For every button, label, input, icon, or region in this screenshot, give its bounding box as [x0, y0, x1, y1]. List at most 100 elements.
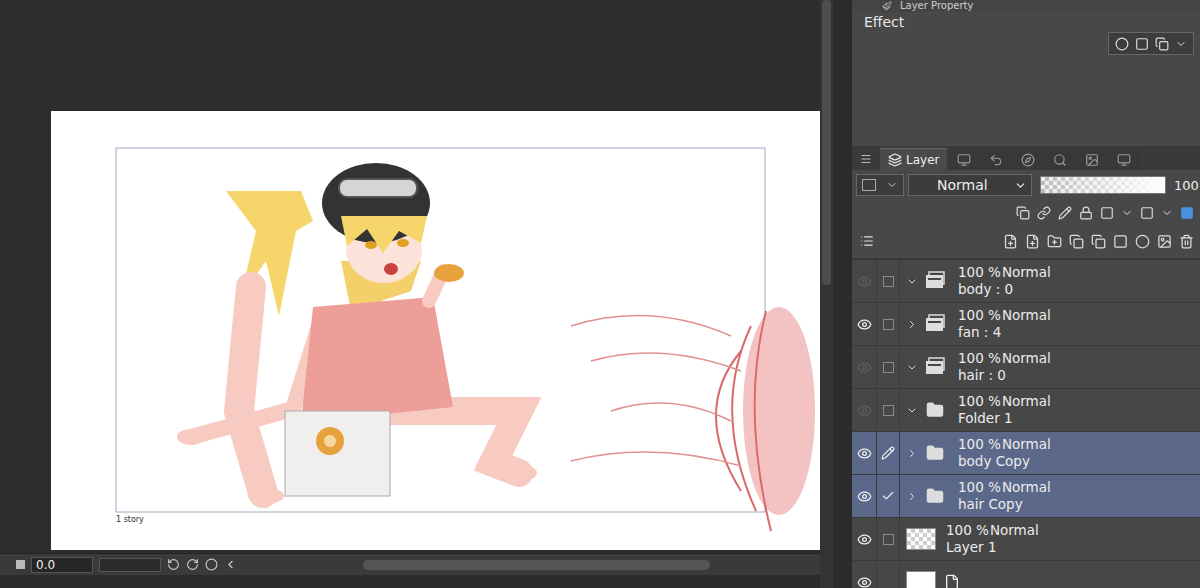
scroll-left-icon[interactable]: [224, 558, 237, 571]
opacity-value[interactable]: 100: [1170, 178, 1199, 193]
visibility-cell[interactable]: [852, 260, 877, 302]
rotate-left-icon[interactable]: [167, 558, 180, 571]
layer-row[interactable]: 100 %NormalLayer 1: [852, 518, 1200, 561]
frame-field[interactable]: 0.0: [31, 557, 93, 573]
eye-icon[interactable]: [857, 489, 872, 504]
layer-row[interactable]: 100 %Normalbody Copy: [852, 432, 1200, 475]
expander[interactable]: [906, 275, 918, 288]
marker-cell[interactable]: [877, 561, 900, 588]
layer-color-icon[interactable]: [1180, 206, 1194, 220]
layer-content[interactable]: 100 %NormalFolder 1: [900, 389, 1200, 431]
effect-buttons[interactable]: [1108, 32, 1194, 55]
layer-row[interactable]: 100 %Normalhair Copy: [852, 475, 1200, 518]
chevron-down-icon[interactable]: [906, 275, 918, 288]
panel-menu[interactable]: [860, 148, 878, 170]
apply-mask-icon[interactable]: [1135, 234, 1150, 249]
marker-cell[interactable]: [877, 303, 900, 345]
marker-cell[interactable]: [877, 518, 900, 560]
lock-box[interactable]: [883, 534, 894, 545]
lock-box[interactable]: [883, 405, 894, 416]
layer-content[interactable]: 100 %Normalhair Copy: [900, 475, 1200, 517]
panel-tab[interactable]: [1045, 148, 1075, 170]
marker-cell[interactable]: [877, 432, 900, 474]
layer-row[interactable]: 100 %Normalbody : 0: [852, 260, 1200, 303]
list-icon[interactable]: [860, 234, 874, 248]
eye-icon[interactable]: [857, 317, 872, 332]
layer-row[interactable]: 100 %NormalFolder 1: [852, 389, 1200, 432]
lock-icon[interactable]: [1079, 206, 1093, 220]
visibility-cell[interactable]: [852, 303, 877, 345]
visibility-cell[interactable]: [852, 518, 877, 560]
combine-icon[interactable]: [1091, 234, 1106, 249]
trash-icon[interactable]: [1179, 234, 1194, 249]
marker-cell[interactable]: [877, 346, 900, 388]
horizontal-scrollbar[interactable]: [243, 558, 820, 572]
expander[interactable]: [906, 361, 918, 374]
marker-cell[interactable]: [877, 475, 900, 517]
panel-tab[interactable]: [949, 148, 979, 170]
transparency-lock-icon[interactable]: [1100, 206, 1114, 220]
panel-tab[interactable]: Layer: [880, 148, 947, 170]
panel-tab[interactable]: [981, 148, 1011, 170]
layer-row[interactable]: [852, 561, 1200, 588]
panel-tab[interactable]: [1077, 148, 1107, 170]
visibility-cell[interactable]: [852, 561, 877, 588]
eye-icon[interactable]: [857, 575, 872, 588]
layer-row[interactable]: 100 %Normalfan : 4: [852, 303, 1200, 346]
visibility-cell[interactable]: [852, 432, 877, 474]
draft-icon[interactable]: [1058, 206, 1072, 220]
marker-cell[interactable]: [877, 260, 900, 302]
mask-add-icon[interactable]: [1113, 234, 1128, 249]
chevron-down-icon[interactable]: [1161, 207, 1173, 219]
eye-icon[interactable]: [857, 403, 872, 418]
stop-button[interactable]: [16, 560, 25, 569]
layer-row[interactable]: 100 %Normalhair : 0: [852, 346, 1200, 389]
canvas-page[interactable]: 1 story: [51, 111, 820, 550]
chevron-down-icon[interactable]: [906, 404, 918, 417]
ruler-icon[interactable]: [1157, 234, 1172, 249]
expander[interactable]: [906, 318, 918, 331]
chevron-right-icon[interactable]: [906, 490, 918, 503]
chevron-down-icon[interactable]: [906, 361, 918, 374]
border-effect-icon[interactable]: [1115, 37, 1129, 51]
layer-content[interactable]: 100 %Normalbody : 0: [900, 260, 1200, 302]
new-folder-icon[interactable]: [1047, 234, 1062, 249]
menu-icon[interactable]: [860, 153, 872, 165]
eye-icon[interactable]: [857, 274, 872, 289]
new-raster-icon[interactable]: [1003, 234, 1018, 249]
blend-mode-select[interactable]: Normal: [908, 174, 1032, 196]
expander[interactable]: [906, 490, 918, 503]
expander[interactable]: [906, 447, 918, 460]
mask-icon[interactable]: [1140, 206, 1154, 220]
scroll-thumb[interactable]: [822, 0, 831, 285]
lock-box[interactable]: [883, 276, 894, 287]
layer-content[interactable]: 100 %NormalLayer 1: [900, 518, 1200, 560]
vertical-scrollbar[interactable]: [820, 0, 833, 588]
layer-content[interactable]: [900, 561, 1200, 588]
reset-icon[interactable]: [205, 558, 218, 571]
canvas-viewport[interactable]: 1 story: [0, 0, 820, 553]
eye-icon[interactable]: [857, 532, 872, 547]
lock-box[interactable]: [883, 319, 894, 330]
layer-color-icon[interactable]: [1155, 37, 1169, 51]
eye-icon[interactable]: [857, 360, 872, 375]
reference-icon[interactable]: [1037, 206, 1051, 220]
tone-effect-icon[interactable]: [1135, 37, 1149, 51]
layer-content[interactable]: 100 %Normalbody Copy: [900, 432, 1200, 474]
eye-icon[interactable]: [857, 446, 872, 461]
rotate-right-icon[interactable]: [186, 558, 199, 571]
opacity-slider[interactable]: [1040, 176, 1166, 194]
panel-tab[interactable]: [1109, 148, 1139, 170]
transfer-icon[interactable]: [1069, 234, 1084, 249]
visibility-cell[interactable]: [852, 475, 877, 517]
visibility-cell[interactable]: [852, 389, 877, 431]
chevron-right-icon[interactable]: [906, 318, 918, 331]
new-vector-icon[interactable]: [1025, 234, 1040, 249]
clip-icon[interactable]: [1016, 206, 1030, 220]
visibility-cell[interactable]: [852, 346, 877, 388]
layer-content[interactable]: 100 %Normalhair : 0: [900, 346, 1200, 388]
expander[interactable]: [906, 404, 918, 417]
chevron-right-icon[interactable]: [906, 447, 918, 460]
panel-tab[interactable]: [1013, 148, 1043, 170]
chevron-down-icon[interactable]: [1121, 207, 1133, 219]
